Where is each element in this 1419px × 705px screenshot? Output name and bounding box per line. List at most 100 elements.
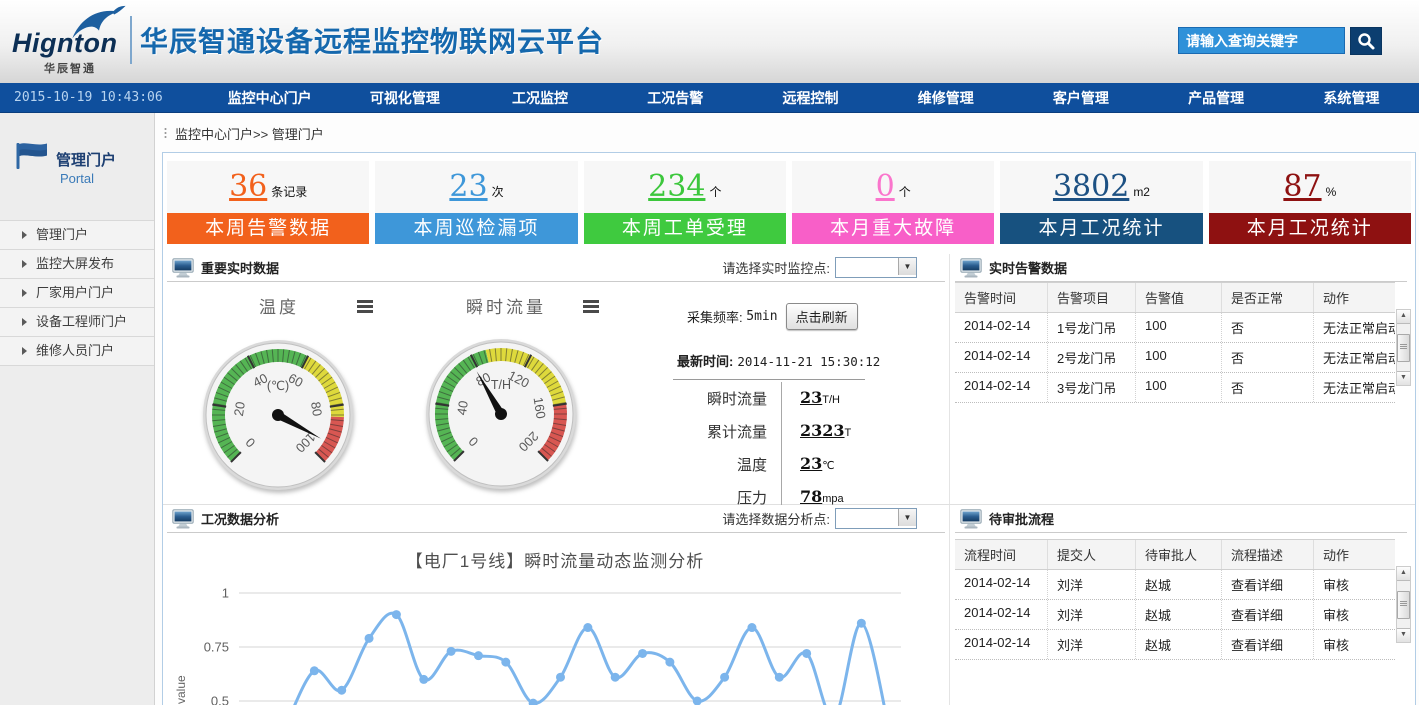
cell: 2014-02-14 xyxy=(955,313,1047,342)
reading-label: 瞬时流量 xyxy=(661,382,781,415)
nav-item-product[interactable]: 产品管理 xyxy=(1149,88,1284,108)
nav-item-customer[interactable]: 客户管理 xyxy=(1013,88,1148,108)
stat-unit: 次 xyxy=(492,185,504,199)
view-detail-link[interactable]: 查看详细 xyxy=(1221,600,1313,629)
search-input[interactable] xyxy=(1178,27,1345,54)
cell: 1号龙门吊 xyxy=(1047,313,1135,342)
stat-cards-row: 36条记录 本周告警数据 23次 本周巡检漏项 234个 本周工单受理 xyxy=(167,161,1411,244)
svg-text:80: 80 xyxy=(308,401,325,418)
stat-value-link[interactable]: 23 次 xyxy=(375,161,577,213)
reading-unit: ℃ xyxy=(822,460,834,472)
alarm-table-scrollbar[interactable]: ▲ ▼ xyxy=(1396,309,1411,386)
section-realtime-header: 重要实时数据 请选择实时监控点: ▼ xyxy=(167,254,945,282)
content-panel: 36条记录 本周告警数据 23次 本周巡检漏项 234个 本周工单受理 xyxy=(162,152,1416,705)
gauge-menu-icon[interactable] xyxy=(357,300,373,315)
sidebar-item-admin-portal[interactable]: 管理门户 xyxy=(0,220,154,249)
section-approval-header: 待审批流程 xyxy=(955,505,1407,533)
approval-table-scrollbar[interactable]: ▲ ▼ xyxy=(1396,566,1411,643)
monitor-point-select[interactable]: ▼ xyxy=(835,257,917,278)
table-row: 2014-02-14 1号龙门吊 100 否 无法正常启动 xyxy=(955,313,1395,343)
stat-value-link[interactable]: 36条记录 xyxy=(167,161,369,213)
nav-item-condition-monitor[interactable]: 工况监控 xyxy=(472,88,607,108)
monitor-icon xyxy=(172,509,194,529)
stat-value-link[interactable]: 234个 xyxy=(584,161,786,213)
sidebar-item-label: 设备工程师门户 xyxy=(36,314,127,329)
col-header: 告警时间 xyxy=(955,283,1047,312)
stat-value-link[interactable]: 0个 xyxy=(792,161,994,213)
scroll-track[interactable] xyxy=(1397,324,1410,371)
nav-item-monitor-center[interactable]: 监控中心门户 xyxy=(202,88,337,108)
table-row: 2014-02-14 刘洋 赵城 查看详细 审核 xyxy=(955,630,1395,660)
sidebar-item-label: 维修人员门户 xyxy=(36,343,114,358)
stat-value-link[interactable]: 87% xyxy=(1209,161,1411,213)
breadcrumb: 监控中心门户>> 管理门户 xyxy=(163,124,324,143)
table-header-row: 告警时间 告警项目 告警值 是否正常 动作 xyxy=(955,282,1395,313)
analysis-point-select-label: 请选择数据分析点: xyxy=(722,509,830,528)
col-header: 动作 xyxy=(1313,540,1395,569)
nav-item-visualization[interactable]: 可视化管理 xyxy=(337,88,472,108)
nav-item-maintenance[interactable]: 维修管理 xyxy=(878,88,1013,108)
reading-row: 累计流量 2323T xyxy=(661,415,946,448)
svg-text:(℃): (℃) xyxy=(267,379,289,393)
analysis-point-select[interactable]: ▼ xyxy=(835,508,917,529)
scroll-down-icon[interactable]: ▼ xyxy=(1397,628,1410,642)
cell: 否 xyxy=(1221,343,1313,372)
cell: 3号龙门吊 xyxy=(1047,373,1135,402)
stat-card: 87% 本月工况统计 xyxy=(1209,161,1411,244)
stat-unit: 个 xyxy=(899,185,911,199)
stat-value-link[interactable]: 3802m2 xyxy=(1000,161,1202,213)
review-link[interactable]: 审核 xyxy=(1313,570,1395,599)
cell: 无法正常启动 xyxy=(1313,373,1395,402)
scroll-thumb[interactable] xyxy=(1397,334,1410,362)
col-header: 待审批人 xyxy=(1135,540,1221,569)
scroll-thumb[interactable] xyxy=(1397,591,1410,619)
nav-item-condition-alarm[interactable]: 工况告警 xyxy=(608,88,743,108)
svg-text:1: 1 xyxy=(222,586,229,601)
stat-value[interactable]: 23 xyxy=(449,169,487,204)
cell: 刘洋 xyxy=(1047,630,1135,659)
arrow-right-icon xyxy=(22,318,27,326)
stat-label: 本周告警数据 xyxy=(167,213,369,244)
flow-line-chart: 10.750.5value xyxy=(169,576,914,705)
cell: 无法正常启动 xyxy=(1313,313,1395,342)
sidebar-item-vendor-portal[interactable]: 厂家用户门户 xyxy=(0,278,154,307)
arrow-right-icon xyxy=(22,289,27,297)
cell: 无法正常启动 xyxy=(1313,343,1395,372)
refresh-button[interactable]: 点击刷新 xyxy=(786,303,858,330)
search-button[interactable] xyxy=(1350,27,1382,55)
scroll-up-icon[interactable]: ▲ xyxy=(1397,567,1410,581)
sidebar-item-repairer-portal[interactable]: 维修人员门户 xyxy=(0,336,154,366)
flag-icon xyxy=(14,141,50,171)
arrow-right-icon xyxy=(22,231,27,239)
stat-value[interactable]: 36 xyxy=(229,169,267,204)
cell: 100 xyxy=(1135,313,1221,342)
logo[interactable]: Hignton 华辰智通 xyxy=(8,4,133,80)
app-title: 华辰智通设备远程监控物联网云平台 xyxy=(140,20,604,60)
nav-item-system[interactable]: 系统管理 xyxy=(1284,88,1419,108)
reading-row: 瞬时流量 23T/H xyxy=(661,382,946,415)
chevron-down-icon[interactable]: ▼ xyxy=(898,258,916,275)
stat-value[interactable]: 0 xyxy=(876,169,895,204)
section-alarm-header: 实时告警数据 xyxy=(955,254,1407,282)
portal-header: 管理门户 Portal xyxy=(0,113,154,220)
chevron-down-icon[interactable]: ▼ xyxy=(898,509,916,526)
stat-value[interactable]: 234 xyxy=(648,169,705,204)
review-link[interactable]: 审核 xyxy=(1313,630,1395,659)
sidebar-item-engineer-portal[interactable]: 设备工程师门户 xyxy=(0,307,154,336)
gauge-menu-icon[interactable] xyxy=(583,300,599,315)
cell: 刘洋 xyxy=(1047,570,1135,599)
nav-item-remote-control[interactable]: 远程控制 xyxy=(743,88,878,108)
reading-unit: mpa xyxy=(822,493,843,505)
stat-value[interactable]: 87 xyxy=(1283,169,1321,204)
scroll-track[interactable] xyxy=(1397,581,1410,628)
stat-value[interactable]: 3802 xyxy=(1053,169,1129,204)
review-link[interactable]: 审核 xyxy=(1313,600,1395,629)
scroll-down-icon[interactable]: ▼ xyxy=(1397,371,1410,385)
view-detail-link[interactable]: 查看详细 xyxy=(1221,630,1313,659)
cell: 赵城 xyxy=(1135,630,1221,659)
scroll-up-icon[interactable]: ▲ xyxy=(1397,310,1410,324)
stat-label: 本周巡检漏项 xyxy=(375,213,577,244)
sidebar-item-bigscreen[interactable]: 监控大屏发布 xyxy=(0,249,154,278)
view-detail-link[interactable]: 查看详细 xyxy=(1221,570,1313,599)
arrow-right-icon xyxy=(22,260,27,268)
